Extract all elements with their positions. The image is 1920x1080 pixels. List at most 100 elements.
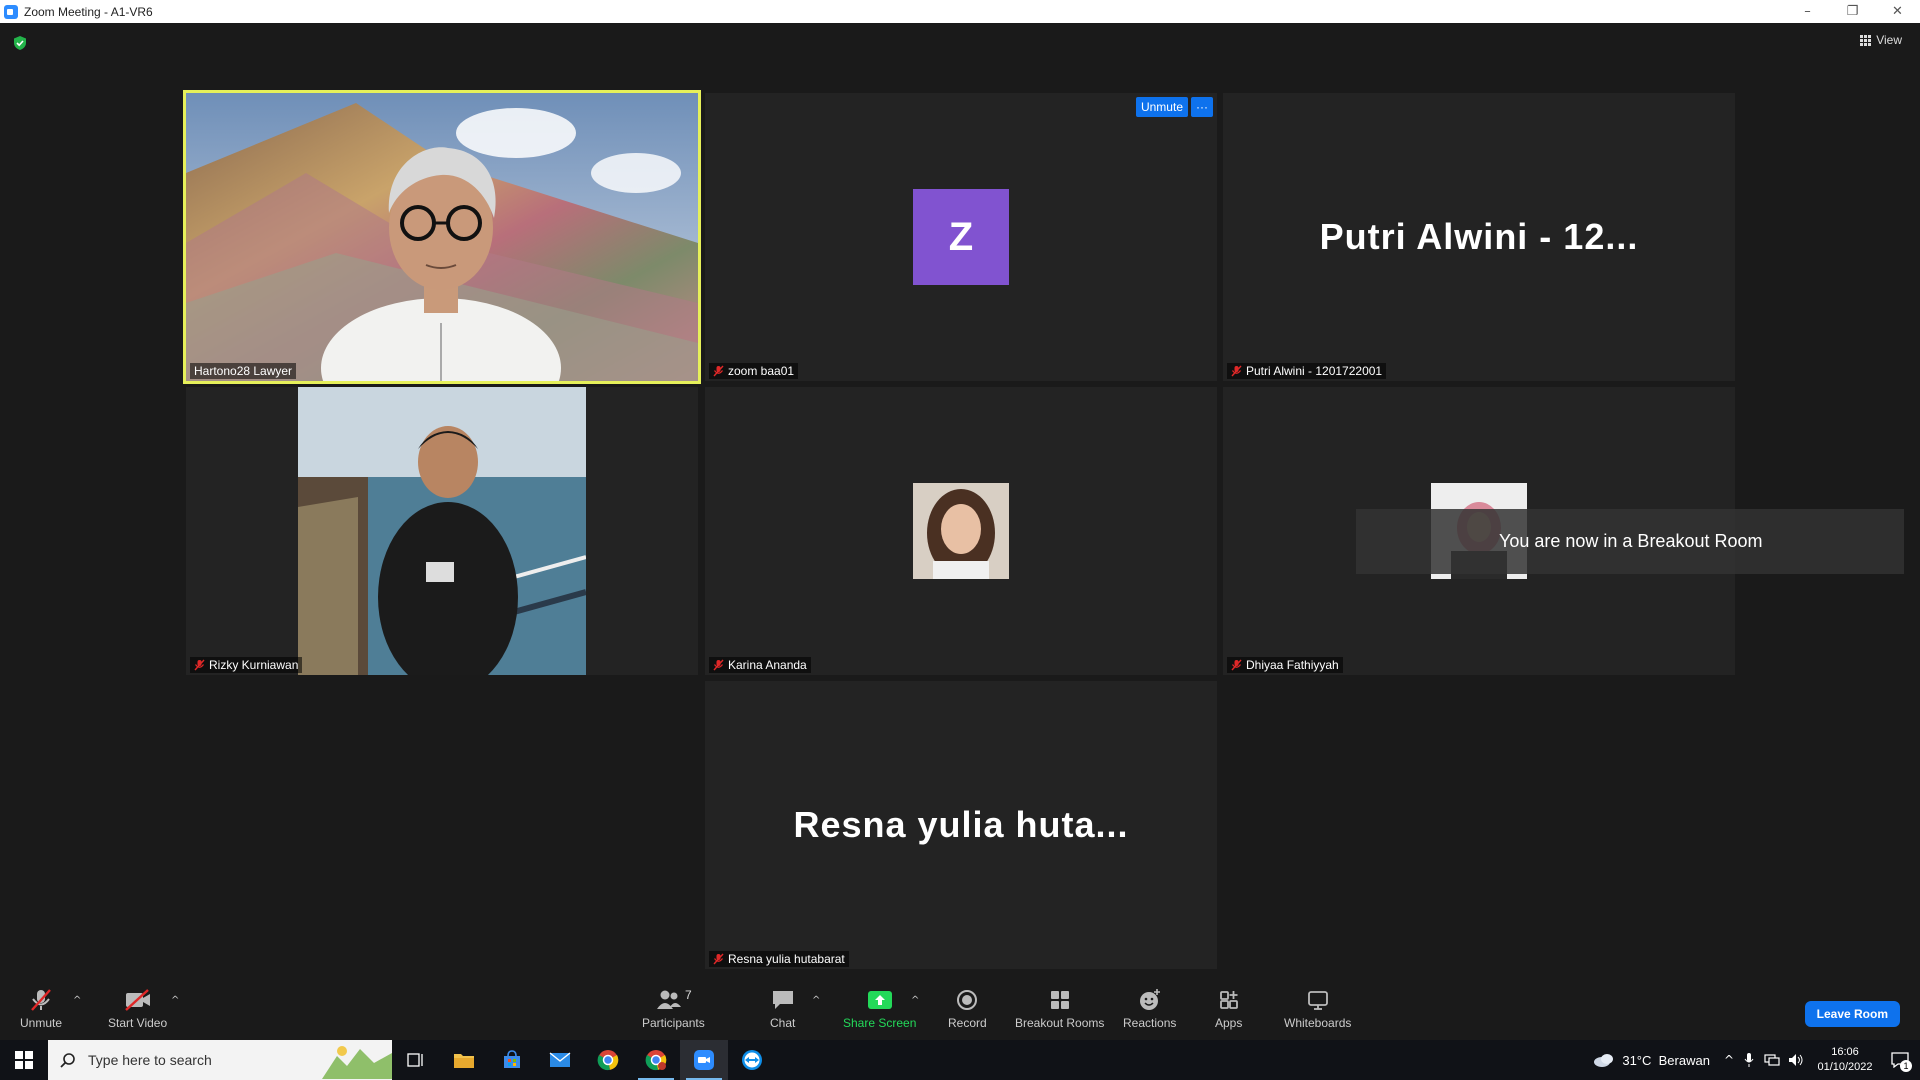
video-tile-karina-ananda[interactable]: Karina Ananda xyxy=(705,387,1217,675)
tile-more-button[interactable]: ··· xyxy=(1191,97,1213,117)
chrome-profile-icon xyxy=(645,1050,667,1071)
participant-name-tag: zoom baa01 xyxy=(709,363,799,379)
search-icon xyxy=(60,1053,75,1068)
search-placeholder: Type here to search xyxy=(88,1052,212,1068)
grid-view-icon xyxy=(1860,34,1872,46)
participants-icon xyxy=(657,990,681,1009)
clock-time: 16:06 xyxy=(1831,1046,1859,1058)
participants-button[interactable]: 7 Participants xyxy=(642,987,705,1030)
zoom-app-icon xyxy=(4,4,18,19)
restore-button[interactable]: ❐ xyxy=(1830,0,1875,23)
whiteboard-icon xyxy=(1307,991,1328,1010)
apps-label: Apps xyxy=(1215,1016,1243,1030)
reactions-label: Reactions xyxy=(1123,1016,1177,1030)
minimize-button[interactable]: – xyxy=(1785,0,1830,23)
share-options-caret[interactable]: ^ xyxy=(911,995,919,1006)
participant-name-tag: Putri Alwini - 1201722001 xyxy=(1227,363,1387,379)
reactions-icon xyxy=(1139,989,1160,1010)
microphone-icon[interactable] xyxy=(1744,1052,1754,1068)
video-options-caret[interactable]: ^ xyxy=(171,995,179,1006)
participant-name: Rizky Kurniawan xyxy=(209,658,299,672)
video-tile-zoom-baa01[interactable]: Z Unmute ··· zoom baa01 xyxy=(705,93,1217,381)
chat-button[interactable]: Chat xyxy=(770,987,795,1030)
action-center-button[interactable]: 1 xyxy=(1880,1040,1920,1080)
store-icon xyxy=(504,1050,520,1068)
start-video-button[interactable]: Start Video xyxy=(108,987,167,1030)
windows-logo-icon xyxy=(15,1051,33,1069)
mic-muted-icon xyxy=(713,365,724,377)
participants-label: Participants xyxy=(642,1016,705,1030)
start-button[interactable] xyxy=(0,1040,48,1080)
zoom-app[interactable] xyxy=(680,1040,728,1080)
volume-icon[interactable] xyxy=(1788,1053,1804,1067)
teamviewer-icon xyxy=(742,1050,762,1070)
apps-icon xyxy=(1219,991,1238,1009)
weather-text[interactable]: 31°C Berawan xyxy=(1622,1053,1710,1068)
video-tile-hartono[interactable]: Hartono28 Lawyer xyxy=(183,90,701,384)
task-view-button[interactable] xyxy=(392,1040,440,1080)
video-tile-rizky-kurniawan[interactable]: Rizky Kurniawan xyxy=(186,387,698,675)
view-button[interactable]: View xyxy=(1860,33,1902,47)
participant-name: Hartono28 Lawyer xyxy=(194,364,293,378)
chrome-app[interactable] xyxy=(584,1040,632,1080)
participant-avatar: Z xyxy=(913,189,1009,285)
taskbar-search-box[interactable]: Type here to search xyxy=(48,1040,392,1080)
video-off-icon xyxy=(124,989,150,1011)
chrome-profile-app[interactable] xyxy=(632,1040,680,1080)
record-button[interactable]: Record xyxy=(948,987,987,1030)
share-screen-label: Share Screen xyxy=(843,1016,917,1030)
mic-muted-icon xyxy=(1231,365,1242,377)
store-app[interactable] xyxy=(488,1040,536,1080)
breakout-rooms-button[interactable]: Breakout Rooms xyxy=(1015,987,1104,1030)
participant-name-tag: Dhiyaa Fathiyyah xyxy=(1227,657,1343,673)
participant-name: Resna yulia hutabarat xyxy=(728,952,845,966)
tile-unmute-button[interactable]: Unmute xyxy=(1135,97,1188,117)
chat-icon xyxy=(772,991,793,1009)
participant-video xyxy=(186,93,698,381)
meeting-toolbar: Unmute ^ Start Video ^ 7 Participants Ch… xyxy=(0,981,1920,1040)
mail-app[interactable] xyxy=(536,1040,584,1080)
unmute-label: Unmute xyxy=(20,1016,63,1030)
participant-name-tag: Karina Ananda xyxy=(709,657,811,673)
unmute-button[interactable]: Unmute xyxy=(20,987,62,1030)
mic-muted-icon xyxy=(31,989,51,1011)
breakout-rooms-icon xyxy=(1050,991,1069,1009)
show-hidden-icons-chevron[interactable]: ^ xyxy=(1724,1053,1734,1067)
clock-date: 01/10/2022 xyxy=(1817,1061,1873,1073)
zoom-icon xyxy=(694,1050,714,1070)
audio-options-caret[interactable]: ^ xyxy=(73,995,81,1006)
leave-room-button[interactable]: Leave Room xyxy=(1804,1001,1900,1027)
teamviewer-app[interactable] xyxy=(728,1040,776,1080)
participant-name-tag: Hartono28 Lawyer xyxy=(190,363,297,379)
mail-icon xyxy=(549,1052,571,1067)
weather-cloud-icon xyxy=(1594,1054,1614,1067)
file-explorer-app[interactable] xyxy=(440,1040,488,1080)
taskbar-clock[interactable]: 16:06 01/10/2022 xyxy=(1810,1045,1880,1075)
network-icon[interactable] xyxy=(1764,1053,1780,1067)
security-shield-icon[interactable] xyxy=(12,35,28,51)
whiteboards-label: Whiteboards xyxy=(1284,1016,1352,1030)
participant-name: zoom baa01 xyxy=(728,364,795,378)
participant-video xyxy=(298,387,586,675)
participant-name-tag: Rizky Kurniawan xyxy=(190,657,303,673)
window-titlebar: Zoom Meeting - A1-VR6 – ❐ ✕ xyxy=(0,0,1920,23)
participant-name: Karina Ananda xyxy=(728,658,807,672)
video-tile-putri-alwini[interactable]: Putri Alwini - 12... Putri Alwini - 1201… xyxy=(1223,93,1735,381)
start-video-label: Start Video xyxy=(108,1016,168,1030)
notification-count-badge: 1 xyxy=(1900,1060,1912,1072)
participants-count: 7 xyxy=(685,988,692,1002)
close-button[interactable]: ✕ xyxy=(1875,0,1920,23)
whiteboards-button[interactable]: Whiteboards xyxy=(1284,987,1351,1030)
participant-name: Dhiyaa Fathiyyah xyxy=(1246,658,1339,672)
chrome-icon xyxy=(597,1050,619,1071)
share-screen-button[interactable]: Share Screen xyxy=(843,987,916,1030)
mic-muted-icon xyxy=(713,659,724,671)
breakout-room-notification: You are now in a Breakout Room xyxy=(1356,509,1904,574)
chat-options-caret[interactable]: ^ xyxy=(812,995,820,1006)
apps-button[interactable]: Apps xyxy=(1215,987,1242,1030)
reactions-button[interactable]: Reactions xyxy=(1123,987,1176,1030)
video-tile-resna-yulia[interactable]: Resna yulia huta... Resna yulia hutabara… xyxy=(705,681,1217,969)
tile-controls: Unmute ··· xyxy=(1135,97,1213,117)
mic-muted-icon xyxy=(1231,659,1242,671)
windows-taskbar: Type here to search 31°C Berawan ^ 16:06… xyxy=(0,1040,1920,1080)
